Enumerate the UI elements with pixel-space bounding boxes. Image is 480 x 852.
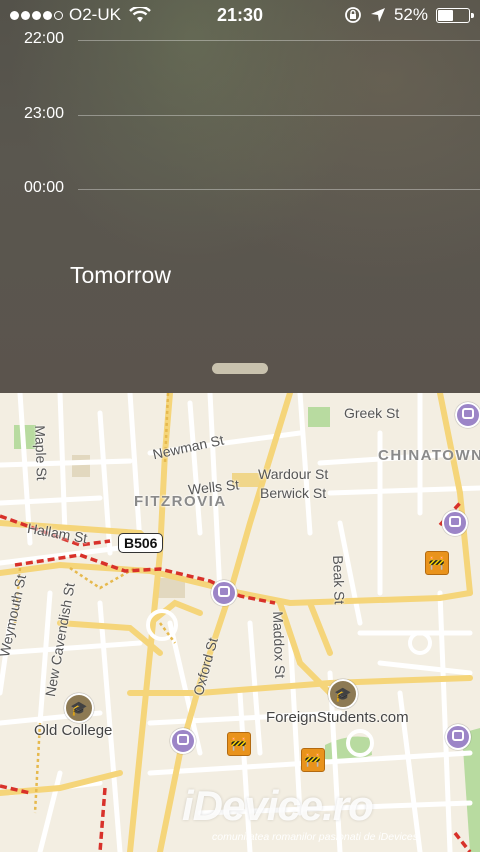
watermark-title: iDevice.ro xyxy=(182,782,374,829)
district-label: CHINATOWN xyxy=(378,447,480,464)
battery-percent: 52% xyxy=(393,5,428,24)
hour-row: 23:00 xyxy=(0,105,480,125)
roadworks-icon[interactable]: 🚧 xyxy=(301,748,325,772)
notification-center-grabber[interactable] xyxy=(212,363,268,374)
tube-station-icon[interactable] xyxy=(455,402,480,428)
hour-divider xyxy=(78,40,480,41)
poi-label[interactable]: Old College xyxy=(34,722,112,739)
status-right-group: 52% xyxy=(344,5,474,25)
street-label: Wardour St xyxy=(258,466,329,482)
tube-station-icon[interactable] xyxy=(442,510,468,536)
location-arrow-icon xyxy=(370,8,385,22)
park-area xyxy=(308,407,330,427)
street-label: Berwick St xyxy=(260,485,327,501)
battery-icon xyxy=(436,7,474,23)
hour-label: 23:00 xyxy=(24,105,65,122)
rotation-lock-icon xyxy=(345,7,361,23)
tube-station-icon[interactable] xyxy=(170,728,196,754)
watermark-subtitle: comunitatea romanilor pasionati de iDevi… xyxy=(212,831,419,843)
hour-row: 22:00 xyxy=(0,30,480,50)
tube-station-icon[interactable] xyxy=(211,580,237,606)
building-block xyxy=(72,455,90,477)
district-label: FITZROVIA xyxy=(134,493,227,510)
road-shield: B506 xyxy=(118,533,164,553)
tube-station-icon[interactable] xyxy=(445,724,471,750)
hour-divider xyxy=(78,189,480,190)
hour-label: 22:00 xyxy=(24,30,65,47)
battery-fill xyxy=(438,9,453,21)
college-icon[interactable]: 🎓 xyxy=(328,679,358,709)
roadworks-icon[interactable]: 🚧 xyxy=(227,732,251,756)
hour-row: 00:00 xyxy=(0,179,480,199)
street-label: Maple St xyxy=(32,425,50,481)
street-label: Maddox St xyxy=(270,611,289,679)
street-label: Greek St xyxy=(344,405,400,421)
hour-divider xyxy=(78,115,480,116)
poi-label[interactable]: ForeignStudents.com xyxy=(266,709,409,726)
street-label: Beak St xyxy=(330,555,348,605)
status-bar: O2-UK 21:30 52% xyxy=(0,0,480,32)
notification-center: O2-UK 21:30 52% 22:00 23:00 00:00 Tomorr… xyxy=(0,0,480,393)
hour-label: 00:00 xyxy=(24,179,65,196)
roadworks-icon[interactable]: 🚧 xyxy=(425,551,449,575)
tomorrow-heading: Tomorrow xyxy=(70,262,171,288)
college-icon[interactable]: 🎓 xyxy=(64,693,94,723)
